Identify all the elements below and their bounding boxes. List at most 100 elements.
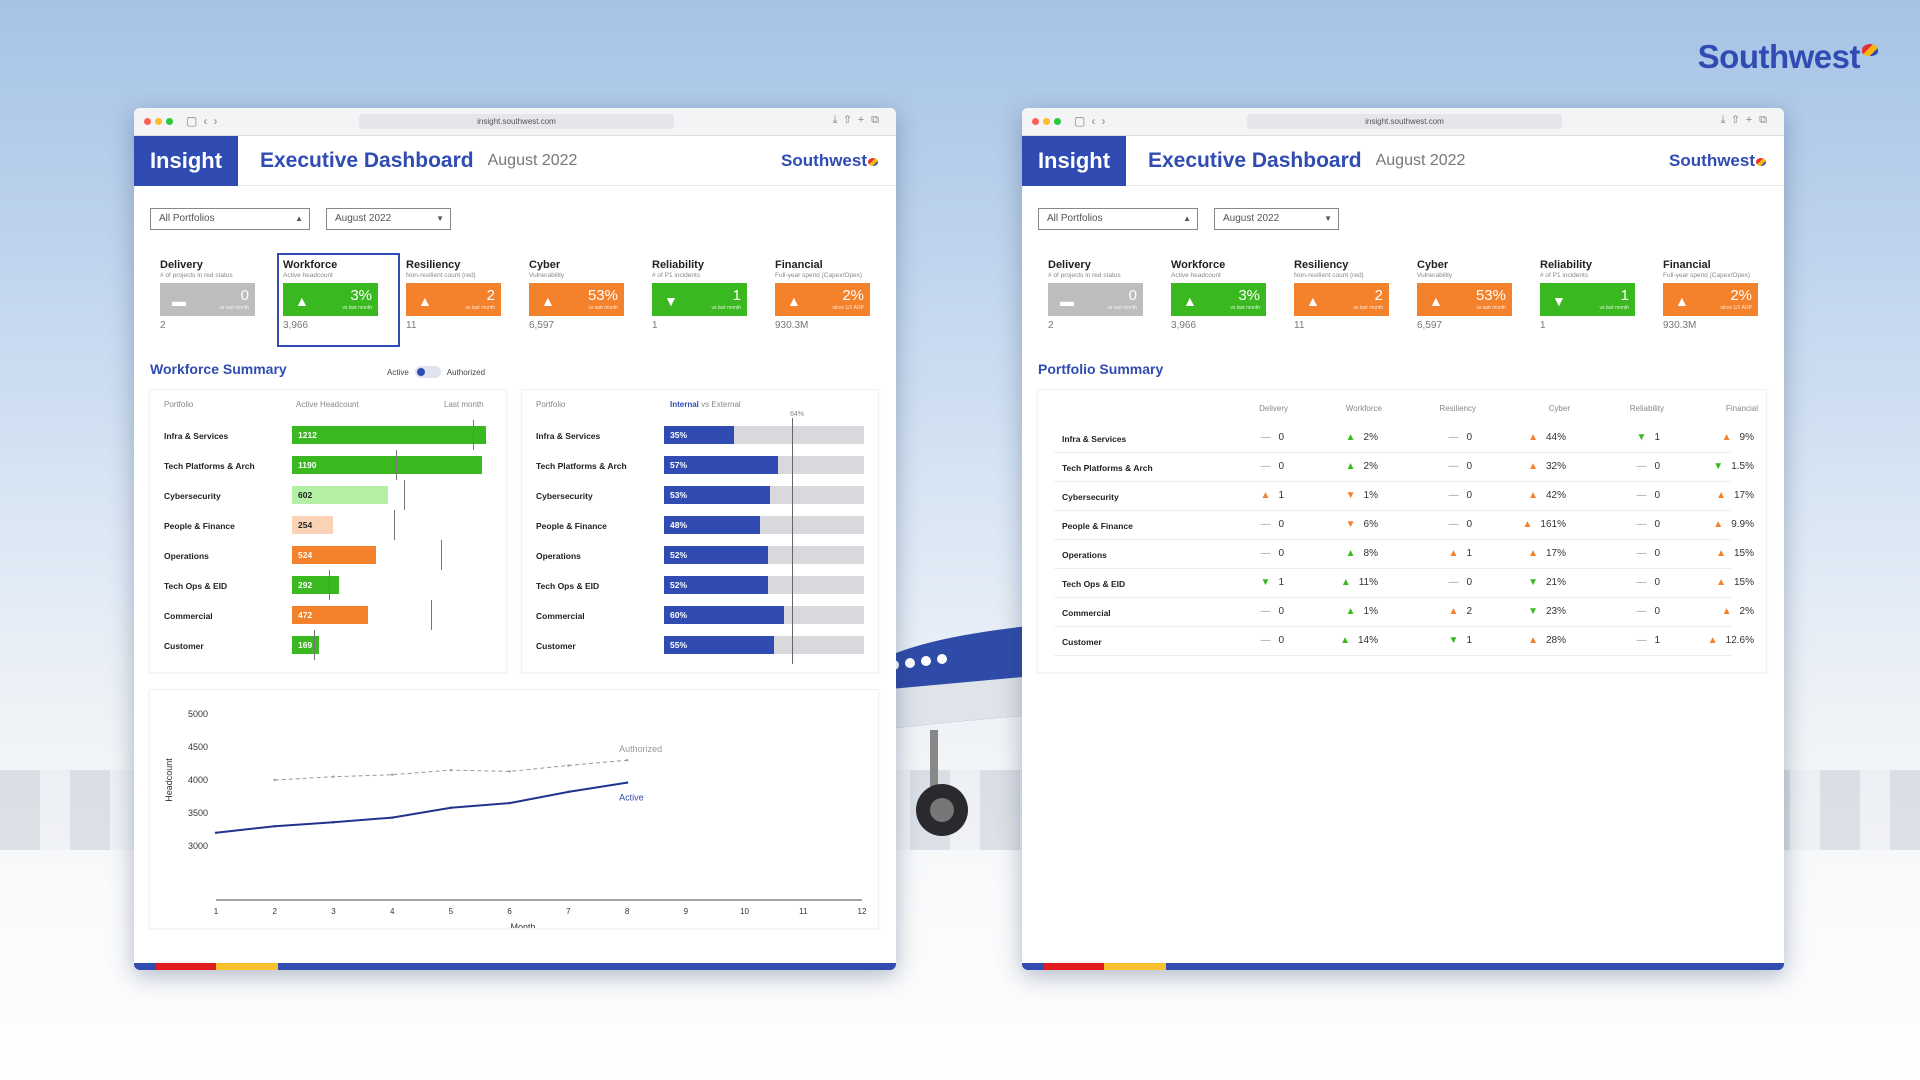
toolbar-icons[interactable]: ⤓⇧+⧉: [1721, 114, 1774, 127]
y-axis-label: Headcount: [164, 758, 174, 802]
internal-bar[interactable]: 60%: [664, 606, 784, 624]
cell-value: 14%: [1357, 635, 1378, 646]
table-cell: —0: [1402, 490, 1472, 501]
portfolio-select[interactable]: All Portfolios ▲: [1038, 208, 1198, 230]
kpi-card-cyber[interactable]: Cyber Vulnerability ▲ 53% vs last month 6,597: [523, 253, 646, 347]
page-month: August 2022: [487, 151, 578, 169]
series-line-active[interactable]: [215, 781, 628, 834]
table-cell: ▲ 32%: [1496, 461, 1566, 472]
data-point: [214, 831, 218, 834]
kpi-card-resiliency[interactable]: Resiliency Non-resilient count (red) ▲ 2 vs …: [400, 253, 523, 347]
dash-icon: —: [1636, 548, 1647, 559]
period-select[interactable]: August 2022 ▼: [1214, 208, 1339, 230]
toolbar-icons[interactable]: ⤓⇧+⧉: [833, 114, 886, 127]
kpi-card-cyber[interactable]: Cyber Vulnerability ▲ 53% vs last month 6,597: [1411, 253, 1534, 347]
kpi-card-resiliency[interactable]: Resiliency Non-resilient count (red) ▲ 2 vs …: [1288, 253, 1411, 347]
kpi-card-delivery[interactable]: Delivery # of projects in red status ▬ 0 vs …: [1042, 253, 1165, 347]
triangle-up-icon: ▲: [1429, 293, 1443, 309]
internal-panel: Portfolio Internal vs External 64% Infra…: [522, 390, 878, 672]
kpi-note: vs last month: [1476, 305, 1506, 311]
table-cell: ▼ 21%: [1496, 577, 1566, 588]
table-cell: —0: [1590, 519, 1660, 530]
cell-value: 0: [1278, 635, 1284, 646]
kpi-card-workforce[interactable]: Workforce Active headcount ▲ 3% vs last mont…: [1165, 253, 1288, 347]
portfolio-select[interactable]: All Portfolios ▲: [150, 208, 310, 230]
kpi-total: 1: [652, 320, 658, 331]
column-header[interactable]: Delivery: [1218, 404, 1288, 413]
kpi-value: 1: [1620, 287, 1629, 304]
cell-value: 1%: [1363, 490, 1378, 501]
row-label: Commercial: [1062, 608, 1111, 618]
kpi-card-reliability[interactable]: Reliability # of P1 incidents ▼ 1 vs last mo…: [646, 253, 769, 347]
zoom-dot[interactable]: [166, 118, 173, 125]
triangle-down-icon: ▼: [1345, 519, 1356, 530]
table-cell: ▲ 2%: [1684, 606, 1754, 617]
cell-value: 1: [1654, 432, 1660, 443]
cell-value: 17%: [1733, 490, 1754, 501]
cell-value: 1: [1654, 635, 1660, 646]
internal-bar[interactable]: 53%: [664, 486, 770, 504]
column-header[interactable]: Resiliency: [1406, 404, 1476, 413]
insight-logo[interactable]: Insight: [1022, 135, 1126, 186]
kpi-total: 930.3M: [1663, 320, 1697, 331]
close-dot[interactable]: [1032, 118, 1039, 125]
internal-bar[interactable]: 52%: [664, 576, 768, 594]
headcount-bar[interactable]: 472: [292, 606, 368, 624]
column-header[interactable]: Workforce: [1312, 404, 1382, 413]
table-row[interactable]: Commercial —0 ▲ 1% ▲ 2 ▼ 23% —0 ▲ 2%: [1054, 598, 1754, 627]
internal-bar[interactable]: 57%: [664, 456, 778, 474]
kpi-title: Resiliency: [406, 259, 461, 271]
cell-value: 1: [1278, 490, 1284, 501]
column-header[interactable]: Cyber: [1500, 404, 1570, 413]
headcount-bar[interactable]: 602: [292, 486, 389, 504]
internal-bar[interactable]: 35%: [664, 426, 734, 444]
kpi-card-delivery[interactable]: Delivery # of projects in red status ▬ 0 vs …: [154, 253, 277, 347]
kpi-total: 6,597: [1417, 320, 1443, 331]
column-header[interactable]: Reliability: [1594, 404, 1664, 413]
nav-icons[interactable]: ▢‹›: [1074, 114, 1111, 128]
internal-row-label: Operations: [536, 551, 581, 561]
internal-row-label: Commercial: [536, 611, 585, 621]
internal-bar[interactable]: 48%: [664, 516, 760, 534]
table-row[interactable]: Cybersecurity ▲ 1 ▼ 1% —0 ▲ 42% —0 ▲ 17%: [1054, 482, 1754, 511]
kpi-subtitle: Vulnerability: [529, 272, 640, 279]
table-row[interactable]: Infra & Services —0 ▲ 2% —0 ▲ 44% ▼ 1 ▲ 9%: [1054, 424, 1754, 453]
table-cell: —0: [1214, 606, 1284, 617]
address-bar[interactable]: insight.southwest.com: [359, 114, 674, 129]
active-authorized-toggle[interactable]: Active Authorized: [387, 366, 485, 378]
nav-icons[interactable]: ▢‹›: [186, 114, 223, 128]
kpi-subtitle: Active headcount: [1171, 272, 1282, 279]
table-row[interactable]: Customer —0 ▲ 14% ▼ 1 ▲ 28% —1 ▲ 12.6%: [1054, 627, 1754, 656]
headcount-bar[interactable]: 292: [292, 576, 339, 594]
address-bar[interactable]: insight.southwest.com: [1247, 114, 1562, 129]
headcount-bar[interactable]: 1190: [292, 456, 483, 474]
headcount-bar[interactable]: 1212: [292, 426, 486, 444]
dash-icon: —: [1260, 432, 1271, 443]
kpi-card-reliability[interactable]: Reliability # of P1 incidents ▼ 1 vs last mo…: [1534, 253, 1657, 347]
kpi-card-financial[interactable]: Financial Full-year spend (Capex/Opex) ▲ 2%…: [1657, 253, 1780, 347]
kpi-subtitle: Non-resilient count (red): [406, 272, 517, 279]
headcount-bar[interactable]: 254: [292, 516, 333, 534]
kpi-card-workforce[interactable]: Workforce Active headcount ▲ 3% vs last mont…: [277, 253, 400, 347]
internal-bar[interactable]: 55%: [664, 636, 774, 654]
kpi-card-financial[interactable]: Financial Full-year spend (Capex/Opex) ▲ 2%…: [769, 253, 892, 347]
table-row[interactable]: People & Finance —0 ▼ 6% —0 ▲ 161% —0 ▲ 9.9%: [1054, 511, 1754, 540]
internal-bar[interactable]: 52%: [664, 546, 768, 564]
minimize-dot[interactable]: [1043, 118, 1050, 125]
table-cell: ▲ 15%: [1684, 577, 1754, 588]
insight-logo[interactable]: Insight: [134, 135, 238, 186]
close-dot[interactable]: [144, 118, 151, 125]
zoom-dot[interactable]: [1054, 118, 1061, 125]
headcount-bar[interactable]: 524: [292, 546, 376, 564]
table-row[interactable]: Operations —0 ▲ 8% ▲ 1 ▲ 17% —0 ▲ 15%: [1054, 540, 1754, 569]
kpi-subtitle-text: Non-resilient count (red): [1294, 272, 1364, 279]
column-header[interactable]: Financial: [1688, 404, 1758, 413]
browser-window-portfolio: ▢‹› insight.southwest.com ⤓⇧+⧉ Insight E…: [1022, 108, 1784, 970]
triangle-up-icon: ▲: [1675, 293, 1689, 309]
triangle-down-icon: ▼: [1713, 461, 1724, 472]
app-header: Insight Executive Dashboard August 2022 …: [1022, 135, 1784, 186]
minimize-dot[interactable]: [155, 118, 162, 125]
table-row[interactable]: Tech Ops & EID ▼ 1 ▲ 11% —0 ▼ 21% —0 ▲ 15%: [1054, 569, 1754, 598]
table-row[interactable]: Tech Platforms & Arch —0 ▲ 2% —0 ▲ 32% —0 ▼ 1.5%: [1054, 453, 1754, 482]
period-select[interactable]: August 2022 ▼: [326, 208, 451, 230]
